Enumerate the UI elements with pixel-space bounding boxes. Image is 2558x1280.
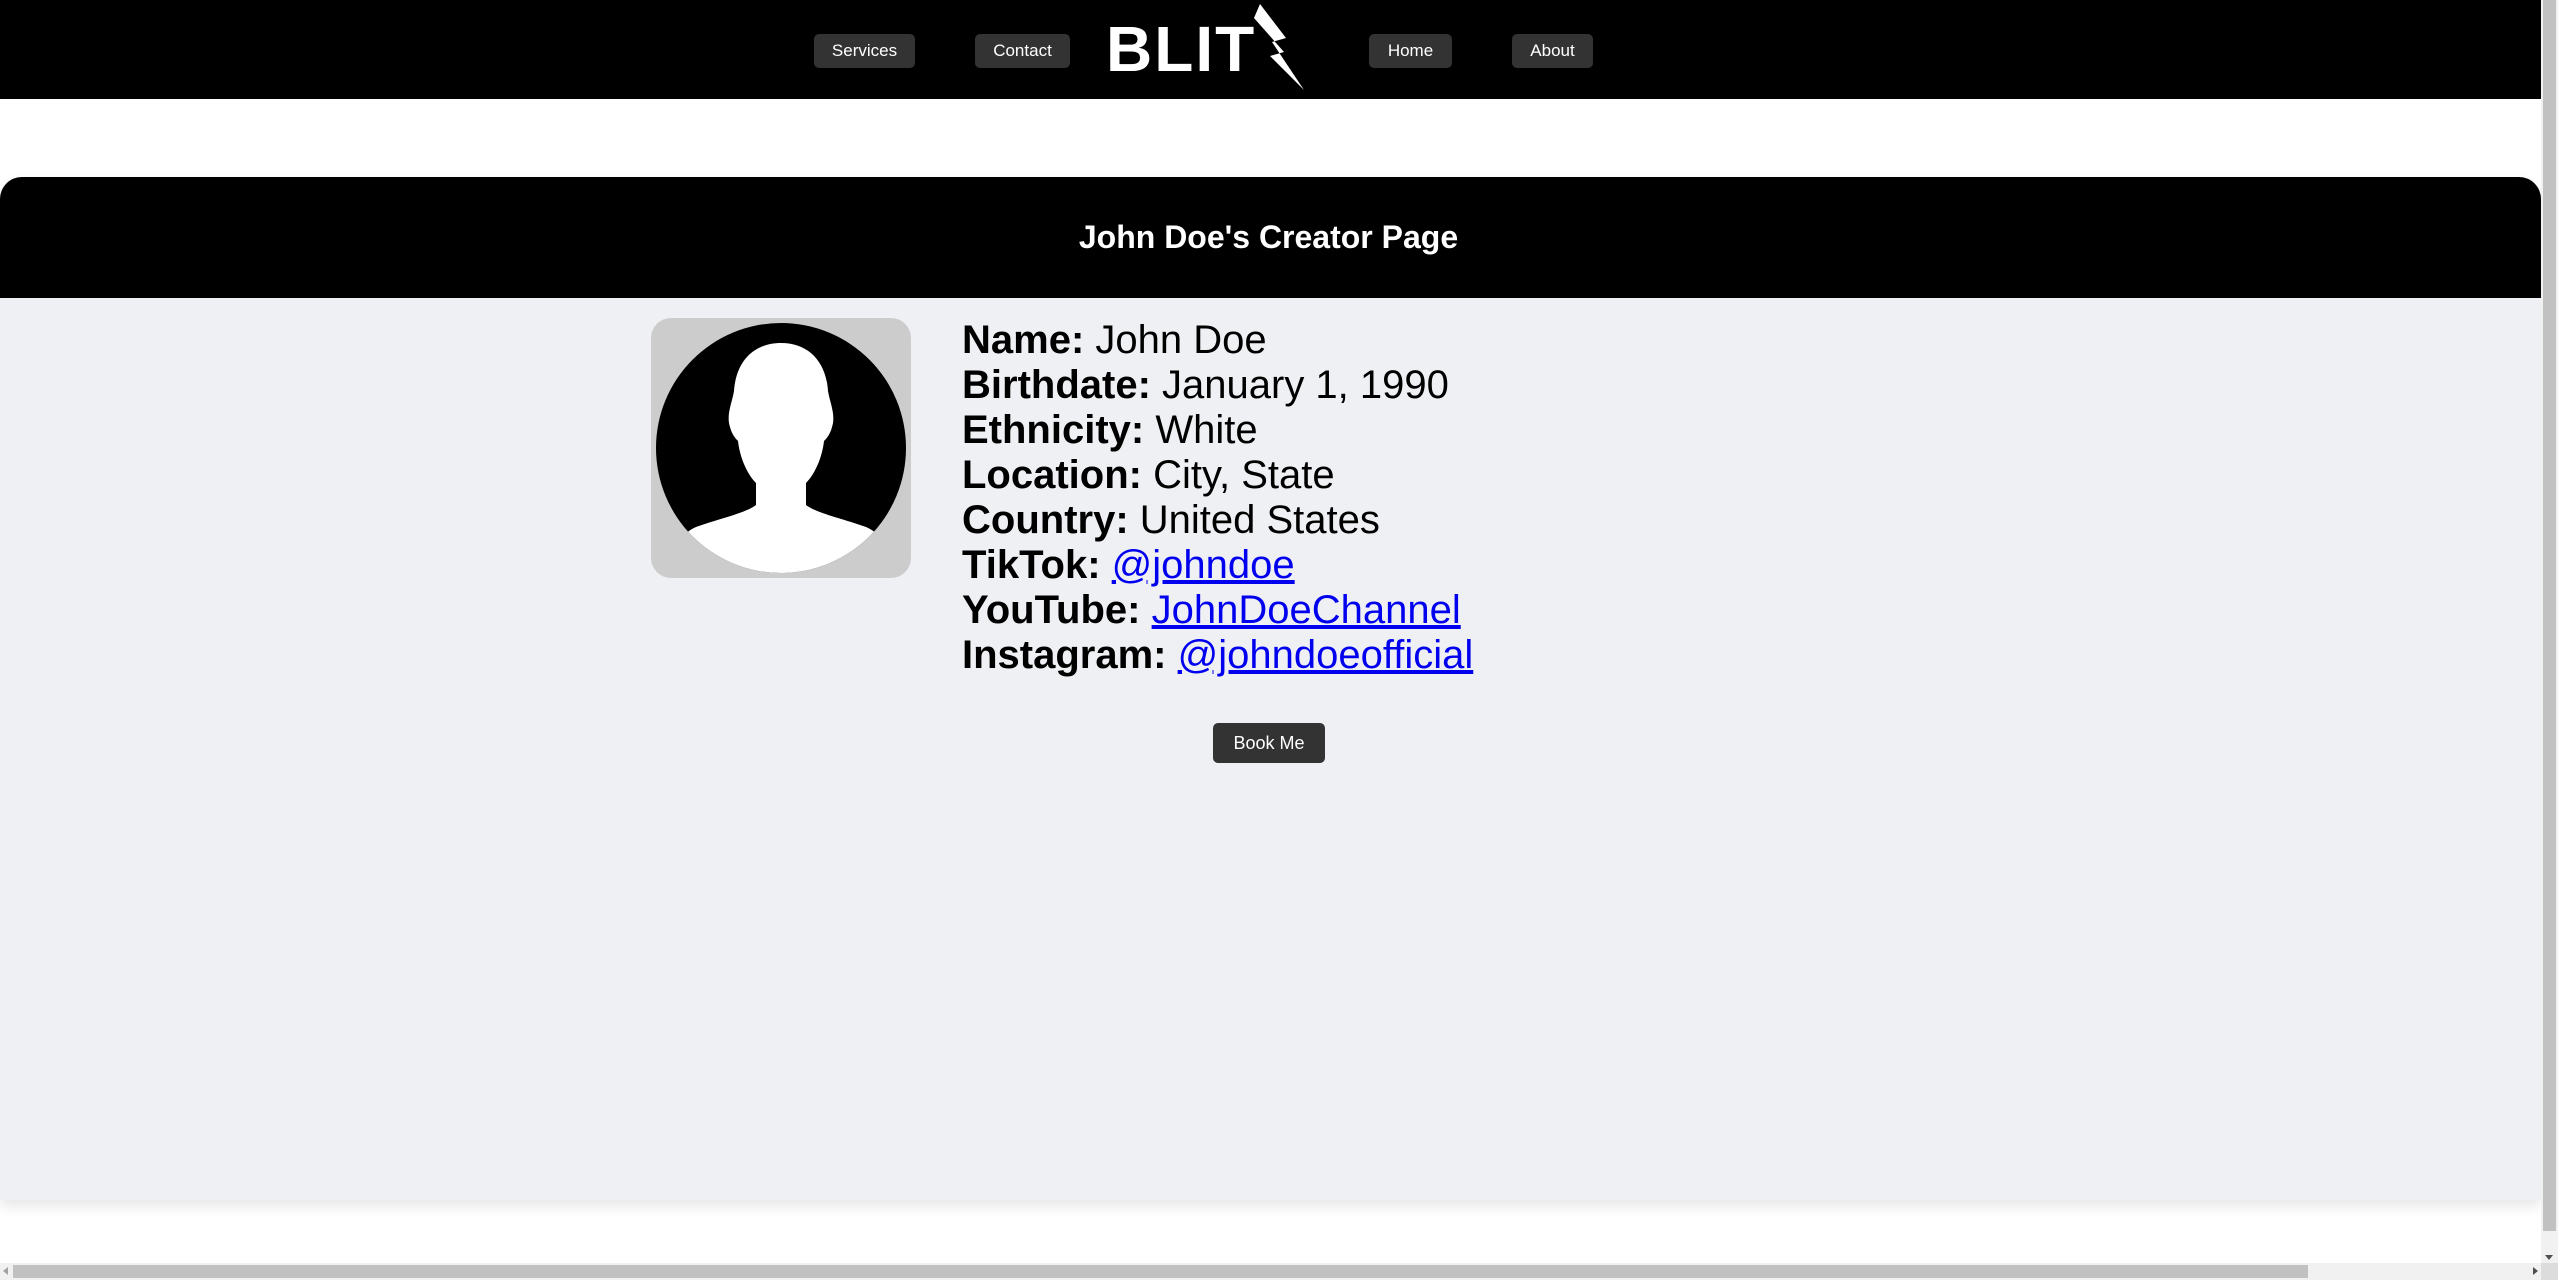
card-header: John Doe's Creator Page <box>0 177 2541 298</box>
horizontal-scrollbar[interactable] <box>0 1263 2541 1280</box>
country-row: Country: United States <box>962 498 1662 543</box>
name-label: Name: <box>962 318 1085 362</box>
instagram-link[interactable]: @johndoeofficial <box>1178 633 1474 677</box>
name-row: Name: John Doe <box>962 318 1662 363</box>
instagram-label: Instagram: <box>962 633 1167 677</box>
instagram-row: Instagram: @johndoeofficial <box>962 633 1662 678</box>
person-silhouette-icon <box>656 323 906 573</box>
blitz-logo[interactable]: BLIT <box>1106 4 1306 94</box>
tiktok-row: TikTok: @johndoe <box>962 543 1662 588</box>
scroll-right-arrow-icon[interactable] <box>2533 1267 2538 1275</box>
page-title: John Doe's Creator Page <box>1078 219 1459 255</box>
birthdate-row: Birthdate: January 1, 1990 <box>962 363 1662 408</box>
avatar <box>651 318 911 578</box>
youtube-row: YouTube: JohnDoeChannel <box>962 588 1662 633</box>
ethnicity-label: Ethnicity: <box>962 408 1145 452</box>
name-value: John Doe <box>1095 318 1267 362</box>
scroll-left-arrow-icon[interactable] <box>3 1267 8 1275</box>
profile-info: Name: John Doe Birthdate: January 1, 199… <box>962 318 1662 678</box>
ethnicity-row: Ethnicity: White <box>962 408 1662 453</box>
creator-card: John Doe's Creator Page Name: John Doe B… <box>0 177 2541 1200</box>
vertical-scroll-thumb[interactable] <box>2543 0 2556 1231</box>
nav-about-button[interactable]: About <box>1512 34 1593 68</box>
youtube-label: YouTube: <box>962 588 1141 632</box>
vertical-scrollbar[interactable] <box>2541 0 2558 1263</box>
nav-contact-button[interactable]: Contact <box>975 34 1070 68</box>
location-value: City, State <box>1153 453 1335 497</box>
location-label: Location: <box>962 453 1142 497</box>
country-label: Country: <box>962 498 1129 542</box>
top-nav-bar: Services Contact BLIT Home About <box>0 0 2541 99</box>
birthdate-label: Birthdate: <box>962 363 1151 407</box>
nav-home-button[interactable]: Home <box>1369 34 1452 68</box>
scrollbar-corner <box>2541 1263 2558 1280</box>
nav-services-button[interactable]: Services <box>814 34 915 68</box>
book-me-button[interactable]: Book Me <box>1213 723 1325 763</box>
lightning-bolt-icon <box>1254 4 1304 90</box>
country-value: United States <box>1139 498 1380 542</box>
tiktok-link[interactable]: @johndoe <box>1112 543 1295 587</box>
location-row: Location: City, State <box>962 453 1662 498</box>
ethnicity-value: White <box>1155 408 1258 452</box>
scroll-down-arrow-icon[interactable] <box>2545 1255 2553 1260</box>
youtube-link[interactable]: JohnDoeChannel <box>1152 588 1461 632</box>
birthdate-value: January 1, 1990 <box>1162 363 1449 407</box>
logo-text: BLIT <box>1106 13 1257 85</box>
horizontal-scroll-thumb[interactable] <box>13 1265 2308 1278</box>
tiktok-label: TikTok: <box>962 543 1101 587</box>
